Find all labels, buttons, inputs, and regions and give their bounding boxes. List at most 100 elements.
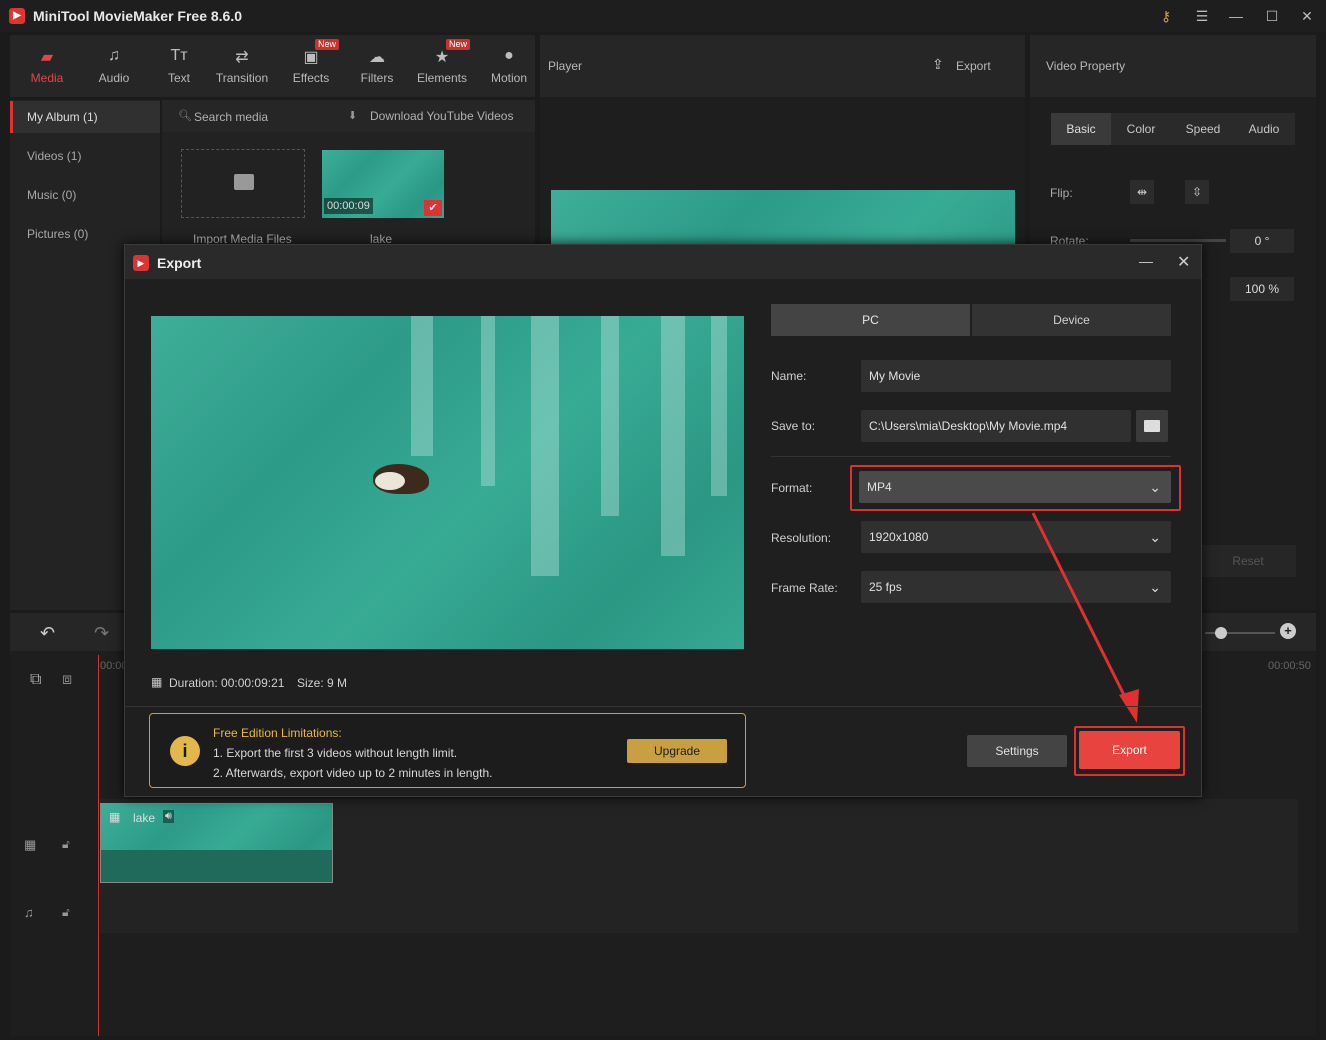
tab-color[interactable]: Color xyxy=(1111,113,1171,145)
new-badge: New xyxy=(446,39,471,50)
tool-effects[interactable]: ▣ New Effects xyxy=(278,35,344,97)
tab-device[interactable]: Device xyxy=(972,304,1171,336)
reflection xyxy=(531,316,559,576)
sidebar-item-my-album[interactable]: My Album (1) xyxy=(10,101,160,133)
duration-text: Duration: 00:00:09:21 xyxy=(169,676,285,690)
annotation-arrow xyxy=(1031,512,1139,723)
redo-icon[interactable]: ↷ xyxy=(94,623,109,644)
frame-rate-label: Frame Rate: xyxy=(771,581,838,595)
tab-audio[interactable]: Audio xyxy=(1234,113,1294,145)
import-media-box[interactable] xyxy=(181,149,305,218)
app-title: MiniTool MovieMaker Free 8.6.0 xyxy=(33,8,243,24)
lock-icon[interactable]: 🔓︎ xyxy=(62,905,70,920)
tab-pc[interactable]: PC xyxy=(771,304,970,336)
tool-media[interactable]: ▰ Media xyxy=(14,35,80,97)
lock-icon[interactable]: 🔓︎ xyxy=(62,837,70,852)
info-icon: i xyxy=(170,736,200,766)
tab-basic[interactable]: Basic xyxy=(1051,113,1111,145)
menu-icon[interactable]: ☰ xyxy=(1194,8,1210,24)
folder-icon xyxy=(1144,420,1160,432)
settings-button[interactable]: Settings xyxy=(967,735,1067,767)
sidebar-item-videos[interactable]: Videos (1) xyxy=(10,140,160,172)
minimize-icon[interactable]: — xyxy=(1139,253,1153,269)
size-text: Size: 9 M xyxy=(297,676,348,690)
sidebar-item-music[interactable]: Music (0) xyxy=(10,179,160,211)
tool-label: Motion xyxy=(490,71,528,85)
rotate-value[interactable]: 0 ° xyxy=(1230,229,1294,253)
reset-button[interactable]: Reset xyxy=(1200,545,1296,577)
text-icon: Tт xyxy=(170,47,188,64)
clip-film-icon: ▦ xyxy=(109,810,121,824)
download-youtube-button[interactable]: Download YouTube Videos xyxy=(370,109,513,123)
rotate-slider[interactable] xyxy=(1130,239,1226,242)
minimize-icon[interactable]: — xyxy=(1228,8,1244,24)
player-export-button[interactable]: Export xyxy=(956,59,991,73)
reflection xyxy=(661,316,685,556)
search-input[interactable]: Search media xyxy=(194,110,268,124)
zoom-value[interactable]: 100 % xyxy=(1230,277,1294,301)
divider xyxy=(771,456,1171,457)
tool-label: Filters xyxy=(360,71,394,85)
export-target-tabs: PC Device xyxy=(771,304,1171,336)
elements-icon: ★ xyxy=(434,49,450,66)
media-toolbar: ▰ Media ♫ Audio Tт Text ⇄ Transition ▣ N… xyxy=(10,35,535,97)
frame-rate-value: 25 fps xyxy=(869,580,902,594)
undo-icon[interactable]: ↶ xyxy=(40,623,55,644)
tool-transition[interactable]: ⇄ Transition xyxy=(209,35,275,97)
new-badge: New xyxy=(315,39,340,50)
title-bar: ▶ MiniTool MovieMaker Free 8.6.0 ⚷ ☰ — ☐… xyxy=(0,0,1326,32)
speaker-icon[interactable]: 🔊︎ xyxy=(163,810,174,823)
tool-filters[interactable]: ☁ Filters xyxy=(344,35,410,97)
close-icon[interactable]: ✕ xyxy=(1177,252,1190,272)
upgrade-button[interactable]: Upgrade xyxy=(627,739,727,763)
tool-motion[interactable]: ● Motion xyxy=(476,35,542,97)
player-title: Player xyxy=(548,59,583,73)
tool-text[interactable]: Tт Text xyxy=(146,35,212,97)
search-icon: 🔍︎ xyxy=(178,110,192,122)
timeline-clip-label: lake xyxy=(133,811,156,825)
copy-track-icon[interactable]: ⧈ xyxy=(62,671,72,689)
media-thumbnail-lake[interactable]: 00:00:09 ✔ xyxy=(322,150,444,218)
tool-audio[interactable]: ♫ Audio xyxy=(81,35,147,97)
motion-icon: ● xyxy=(504,47,514,64)
audio-waveform xyxy=(101,850,332,882)
effects-icon: ▣ xyxy=(303,49,319,66)
limit-line-1: 1. Export the first 3 videos without len… xyxy=(213,746,458,760)
dialog-title-bar xyxy=(125,245,1201,279)
playhead[interactable] xyxy=(98,655,99,1036)
name-label: Name: xyxy=(771,369,807,383)
free-edition-notice: i Free Edition Limitations: 1. Export th… xyxy=(149,713,746,788)
folder-icon: ▰ xyxy=(40,49,54,66)
format-label: Format: xyxy=(771,481,813,495)
chevron-down-icon: ⌄ xyxy=(1149,579,1161,595)
app-logo-icon: ▶ xyxy=(9,8,25,24)
format-select[interactable]: MP4 ⌄ xyxy=(859,471,1171,503)
export-button[interactable]: Export xyxy=(1079,731,1180,769)
property-title: Video Property xyxy=(1046,59,1126,73)
film-icon: ▦ xyxy=(24,837,37,852)
zoom-in-icon[interactable]: + xyxy=(1280,623,1296,639)
add-track-icon[interactable]: ⧉ xyxy=(30,671,41,689)
chevron-down-icon: ⌄ xyxy=(1149,529,1161,545)
tool-elements[interactable]: ★ New Elements xyxy=(409,35,475,97)
timeline-clip-lake[interactable]: ▦ lake 🔊︎ xyxy=(100,803,333,883)
folder-icon xyxy=(234,174,254,190)
maximize-icon[interactable]: ☐ xyxy=(1264,8,1280,24)
zoom-slider-handle[interactable] xyxy=(1215,627,1227,639)
close-icon[interactable]: ✕ xyxy=(1299,8,1315,24)
download-icon: ⬇ xyxy=(348,110,358,122)
browse-folder-button[interactable] xyxy=(1136,410,1168,442)
flip-label: Flip: xyxy=(1050,186,1073,200)
save-to-label: Save to: xyxy=(771,419,816,433)
reflection xyxy=(411,316,433,456)
save-path-field[interactable]: C:\Users\mia\Desktop\My Movie.mp4 xyxy=(861,410,1131,442)
resolution-value: 1920x1080 xyxy=(869,530,929,544)
name-field[interactable]: My Movie xyxy=(861,360,1171,392)
key-icon[interactable]: ⚷ xyxy=(1158,8,1174,24)
tab-speed[interactable]: Speed xyxy=(1173,113,1233,145)
check-icon: ✔ xyxy=(424,200,442,216)
dialog-title: Export xyxy=(157,255,202,271)
flip-horizontal-icon[interactable]: ⇹ xyxy=(1130,180,1154,204)
flip-vertical-icon[interactable]: ⇳ xyxy=(1185,180,1209,204)
export-dialog: ▶ Export — ✕ ▦ Duration: 00:00:09:21 Siz… xyxy=(124,244,1202,797)
